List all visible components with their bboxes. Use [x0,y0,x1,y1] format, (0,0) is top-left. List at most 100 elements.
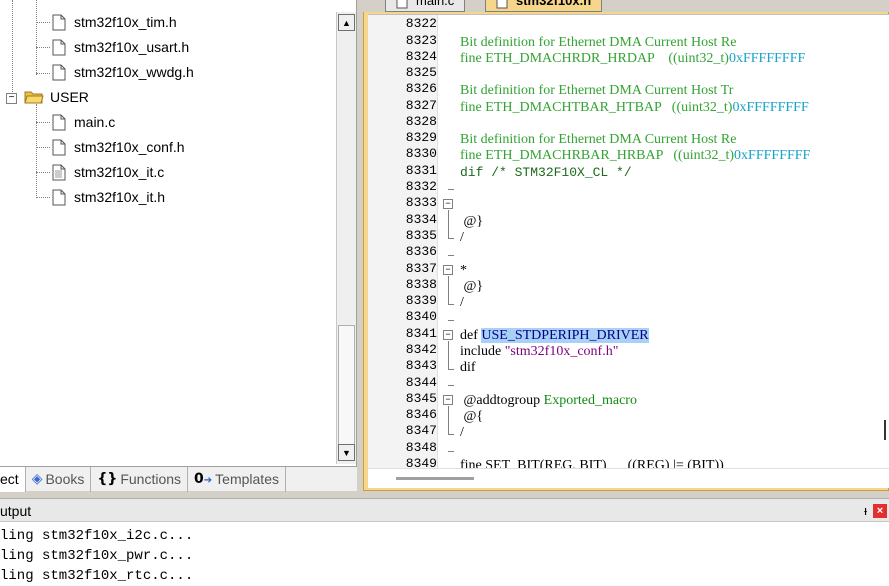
tree-item-stm32f10x-usart-h[interactable]: stm32f10x_usart.h [52,35,189,59]
output-panel-header: utput ᵻ × [0,498,889,522]
fold-end-marker [448,451,454,452]
line-number: 8336 [405,244,437,259]
line-number: 8330 [405,146,437,161]
scroll-up-arrow-icon[interactable]: ▲ [338,14,355,31]
pin-icon[interactable]: ᵻ [864,499,867,523]
code-token: fine ETH_DMACHRDR_HRDAP ((uint32_t) [460,51,729,66]
scrollbar-thumb[interactable] [396,477,474,480]
output-panel: ling stm32f10x_i2c.c... ling stm32f10x_p… [0,522,889,586]
tree-guide-line [36,0,37,75]
header-file-icon [52,139,66,156]
fold-margin: − − − − [440,15,456,468]
tree-guide-line [36,122,50,123]
fold-end-marker [448,385,454,386]
output-title: utput [0,503,32,519]
templates-icon: 0➔ [194,471,213,487]
tree-item-label: stm32f10x_usart.h [74,39,190,55]
fold-line [448,406,449,434]
line-number: 8341 [405,326,437,341]
line-number: 8348 [405,440,437,455]
line-number: 8339 [405,293,437,308]
line-number: 8323 [405,33,437,48]
tab-templates[interactable]: 0➔ Templates [188,466,286,492]
code-line: @} [460,279,484,294]
code-line: @} [460,214,484,229]
fold-end-marker [448,434,454,435]
fold-end-marker [448,189,454,190]
scrollbar-thumb[interactable] [338,325,355,448]
scroll-down-arrow-icon[interactable]: ▼ [338,444,355,461]
code-token: fine ETH_DMACHTBAR_HTBAP ((uint32_t) [460,100,733,115]
tree-item-main-c[interactable]: main.c [52,110,115,134]
editor-tab-label: main.c [416,0,455,8]
tab-project[interactable]: ect [0,466,26,492]
line-number: 8325 [405,65,437,80]
code-token: 0xFFFFFFFF [728,51,806,66]
fold-toggle-icon[interactable]: − [443,330,453,340]
text-cursor [884,420,886,440]
editor-tab-strip: main.c stm32f10x.h [363,0,889,12]
selected-token[interactable]: USE_STDPERIPH_DRIVER [481,328,649,343]
fold-end-marker [448,320,454,321]
fold-toggle-icon[interactable]: − [443,395,453,405]
editor-horizontal-scrollbar[interactable] [368,468,889,488]
output-line: ling stm32f10x_i2c.c... [0,528,194,544]
line-number: 8346 [405,407,437,422]
code-line: / [460,295,464,310]
tab-books[interactable]: ◈ Books [26,466,92,492]
tree-scrollbar[interactable]: ▲ ▼ [336,12,356,464]
tab-functions[interactable]: {} Functions [91,466,189,492]
code-token: 0xFFFFFFFF [732,100,809,115]
line-number: 8335 [405,228,437,243]
code-line: Bit definition for Ethernet DMA Current … [460,83,734,98]
tree-item-label: stm32f10x_tim.h [74,14,177,30]
code-line: dif /* STM32F10X_CL */ [460,165,632,180]
code-token: 0xFFFFFFFF [734,148,811,163]
line-number: 8327 [405,98,437,113]
code-token: fine ETH_DMACHRBAR_HRBAP ((uint32_t) [460,148,735,163]
output-line: ling stm32f10x_rtc.c... [0,568,194,584]
functions-icon: {} [97,471,118,487]
code-token: include [460,344,505,359]
tab-label: ect [0,471,19,487]
close-icon[interactable]: × [873,504,887,518]
tree-item-stm32f10x-it-h[interactable]: stm32f10x_it.h [52,185,165,209]
code-token: Exported_macro [543,393,637,408]
editor-tab-main-c[interactable]: main.c [385,0,466,12]
fold-toggle-icon[interactable]: − [443,199,453,209]
fold-end-marker [448,255,454,256]
header-file-icon [496,0,508,12]
editor-tab-stm32f10x-h[interactable]: stm32f10x.h [485,0,603,12]
code-token: def [460,328,482,343]
project-tree: stm32f10x_tim.h stm32f10x_usart.h stm32f… [0,0,357,466]
fold-end-marker [448,304,454,305]
code-line: fine ETH_DMACHTBAR_HTBAP ((uint32_t)0xFF… [460,100,809,115]
tab-label: Functions [120,471,182,487]
books-icon: ◈ [31,471,43,487]
tree-item-label: stm32f10x_it.c [74,164,165,180]
line-number: 8333 [405,195,437,210]
header-file-icon [52,64,66,81]
tree-folder-user[interactable]: USER [24,85,89,109]
tree-item-stm32f10x-wwdg-h[interactable]: stm32f10x_wwdg.h [52,60,194,84]
output-line: ling stm32f10x_pwr.c... [0,548,194,564]
line-number: 8332 [405,179,437,194]
line-number: 8334 [405,212,437,227]
tree-item-stm32f10x-conf-h[interactable]: stm32f10x_conf.h [52,135,185,159]
code-line: fine ETH_DMACHRDR_HRDAP ((uint32_t)0xFFF… [460,51,806,66]
tree-item-stm32f10x-tim-h[interactable]: stm32f10x_tim.h [52,10,177,34]
line-number: 8344 [405,375,437,390]
fold-toggle-icon[interactable]: − [443,265,453,275]
tree-item-stm32f10x-it-c[interactable]: stm32f10x_it.c [52,160,164,184]
tree-guide-line [36,172,50,173]
code-line: Bit definition for Ethernet DMA Current … [460,35,737,50]
ide-window: stm32f10x_tim.h stm32f10x_usart.h stm32f… [0,0,889,586]
fold-line [448,210,449,238]
line-number: 8328 [405,114,437,129]
code-line: dif [460,360,476,375]
header-file-icon [52,14,66,31]
collapse-toggle-icon[interactable]: − [6,93,17,104]
line-number: 8329 [405,130,437,145]
code-editor[interactable]: − − − − 8322 8323 8324 8325 8326 8327 83… [368,14,889,468]
tree-item-label: USER [50,89,89,105]
